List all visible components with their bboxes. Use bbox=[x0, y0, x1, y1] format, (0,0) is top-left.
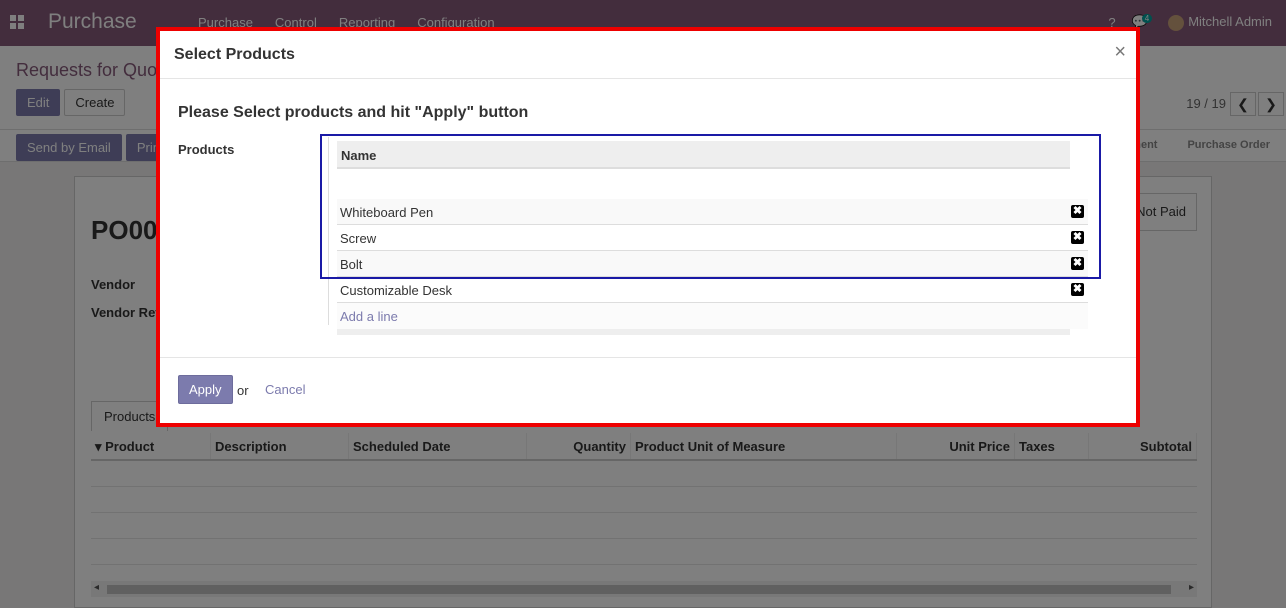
product-name: Customizable Desk bbox=[340, 283, 452, 298]
close-icon[interactable]: × bbox=[1114, 41, 1126, 64]
delete-icon[interactable]: ✖ bbox=[1071, 283, 1084, 296]
apply-button[interactable]: Apply bbox=[178, 375, 233, 404]
modal-header: Select Products × bbox=[160, 31, 1136, 79]
or-text: or bbox=[237, 383, 249, 398]
cancel-button[interactable]: Cancel bbox=[265, 382, 305, 397]
modal-title: Select Products bbox=[174, 46, 295, 63]
products-field-label: Products bbox=[178, 142, 235, 157]
add-line-link[interactable]: Add a line bbox=[337, 303, 1088, 329]
select-products-dialog: Select Products × Please Select products… bbox=[156, 27, 1140, 427]
instruction-text: Please Select products and hit "Apply" b… bbox=[178, 104, 529, 121]
modal-footer: Apply or Cancel bbox=[160, 357, 1136, 427]
products-list-highlight bbox=[320, 134, 1101, 279]
products-list-footer bbox=[337, 329, 1070, 335]
modal-body: Please Select products and hit "Apply" b… bbox=[160, 79, 1136, 357]
list-item[interactable]: Customizable Desk ✖ bbox=[337, 277, 1088, 303]
